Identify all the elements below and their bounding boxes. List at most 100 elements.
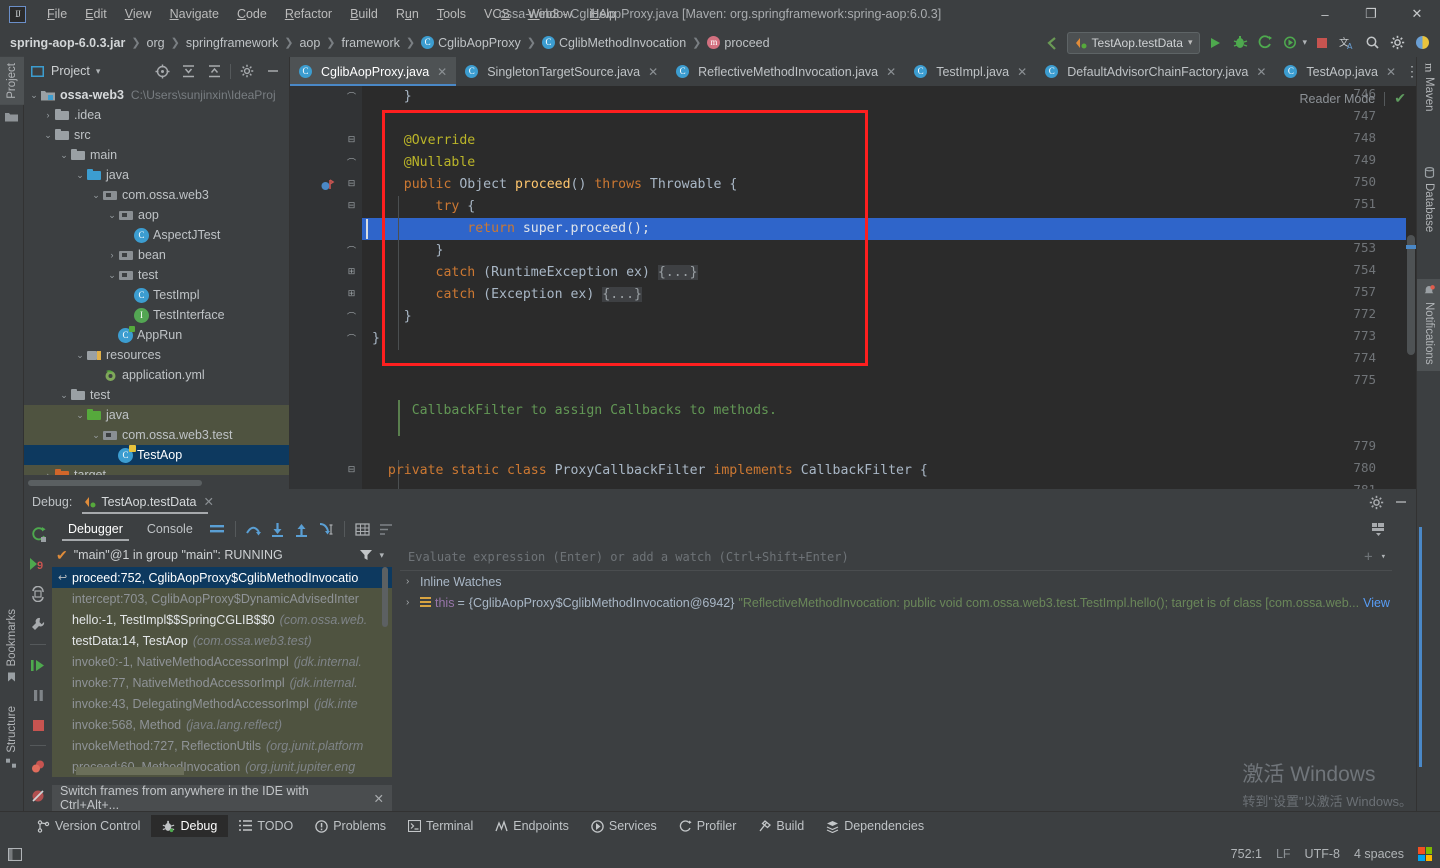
breadcrumb-item-cglibmethodinvocation[interactable]: C CglibMethodInvocation	[541, 36, 686, 50]
resume-icon[interactable]: 9	[24, 549, 52, 579]
tab-debugger[interactable]: Debugger	[56, 518, 135, 541]
tree-item-bean[interactable]: › bean	[24, 245, 289, 265]
chevron-right-icon[interactable]: ›	[42, 470, 54, 475]
gear-icon[interactable]	[1369, 495, 1384, 510]
search-icon[interactable]	[1362, 32, 1382, 54]
chevron-down-icon[interactable]: ⌄	[58, 390, 70, 401]
run-icon[interactable]	[1205, 32, 1225, 54]
settings-wrench-icon[interactable]	[24, 609, 52, 639]
add-watch-icon[interactable]: +	[1364, 549, 1372, 565]
chevron-down-icon[interactable]: ▾	[1381, 552, 1386, 562]
scroll-from-source-icon[interactable]	[152, 61, 172, 81]
tree-item-com-ossa-web3[interactable]: ⌄ com.ossa.web3	[24, 185, 289, 205]
menu-edit[interactable]: Edit	[76, 4, 116, 24]
frame-row-testdata-14[interactable]: testData:14, TestAop (com.ossa.web3.test…	[52, 630, 392, 651]
chevron-right-icon[interactable]: ›	[106, 250, 118, 260]
chevron-down-icon[interactable]: ⌄	[74, 170, 86, 181]
close-icon[interactable]: ✕	[437, 65, 447, 79]
menu-window[interactable]: Window	[519, 4, 581, 24]
close-button[interactable]: ✕	[1394, 0, 1440, 28]
tree-item-src[interactable]: ⌄ src	[24, 125, 289, 145]
reader-mode-indicator[interactable]: Reader Mode ✔	[1300, 90, 1406, 107]
close-icon[interactable]: ✕	[374, 791, 384, 806]
close-icon[interactable]: ✕	[1256, 65, 1266, 79]
stop-icon[interactable]	[24, 710, 52, 740]
tree-item-ossa-web3[interactable]: ⌄ ossa-web3 C:\Users\sunjinxin\IdeaProj	[24, 85, 289, 105]
sidebar-item-structure[interactable]: Structure	[0, 700, 24, 775]
tree-item-testaop[interactable]: C TestAop	[24, 444, 289, 465]
debug-icon[interactable]	[1230, 32, 1250, 54]
tree-item-main-java[interactable]: ⌄ java	[24, 165, 289, 185]
tab-testaop[interactable]: C TestAop.java ✕	[1275, 57, 1405, 86]
tool-endpoints[interactable]: Endpoints	[484, 815, 580, 837]
menu-navigate[interactable]: Navigate	[161, 4, 228, 24]
breadcrumb-item-framework[interactable]: framework	[342, 36, 400, 50]
run-configuration-selector[interactable]: TestAop.testData ▾	[1066, 31, 1201, 54]
tree-item-testinterface[interactable]: I TestInterface	[24, 305, 289, 325]
chevron-right-icon[interactable]: ›	[406, 576, 420, 587]
chevron-right-icon[interactable]: ›	[406, 597, 420, 608]
tree-item-aspectjtest[interactable]: C AspectJTest	[24, 225, 289, 245]
tree-item-test-java[interactable]: ⌄ java	[24, 405, 289, 425]
variable-row-this[interactable]: › this = {CglibAopProxy$CglibMethodInvoc…	[400, 592, 1392, 613]
minimize-button[interactable]: –	[1302, 0, 1348, 28]
tab-console[interactable]: Console	[135, 518, 205, 541]
chevron-down-icon[interactable]: ▾	[1302, 37, 1307, 48]
tab-testimpl[interactable]: C TestImpl.java ✕	[905, 57, 1036, 86]
chevron-down-icon[interactable]: ▾	[96, 66, 101, 77]
menu-run[interactable]: Run	[387, 4, 428, 24]
folder-icon[interactable]	[4, 109, 19, 124]
tree-item-main[interactable]: ⌄ main	[24, 145, 289, 165]
fold-marker[interactable]: ⌒	[346, 310, 357, 322]
filter-icon[interactable]	[359, 549, 373, 561]
ai-assistant-icon[interactable]	[1412, 32, 1432, 54]
chevron-down-icon[interactable]: ⌄	[74, 350, 86, 361]
file-encoding[interactable]: UTF-8	[1305, 847, 1340, 861]
fold-marker[interactable]: ⊟	[346, 134, 357, 145]
code-content[interactable]: } @Override @Nullable public Object proc…	[362, 86, 1416, 489]
show-tool-windows-icon[interactable]	[8, 847, 22, 861]
evaluate-expression-bar[interactable]: Evaluate expression (Enter) or add a wat…	[400, 543, 1392, 571]
restore-layout-icon[interactable]	[24, 579, 52, 609]
chevron-down-icon[interactable]: ⌄	[74, 410, 86, 421]
sort-values-icon[interactable]	[375, 517, 399, 541]
menu-file[interactable]: File	[38, 4, 76, 24]
fold-marker[interactable]: ⊟	[346, 200, 357, 211]
project-horizontal-scrollbar[interactable]	[28, 480, 202, 486]
line-separator[interactable]: LF	[1276, 847, 1291, 861]
frame-row-invoke-43[interactable]: invoke:43, DelegatingMethodAccessorImpl …	[52, 693, 392, 714]
close-icon[interactable]: ✕	[648, 65, 658, 79]
variable-row-inline-watches[interactable]: › Inline Watches	[400, 571, 1392, 592]
fold-marker[interactable]: ⊞	[346, 288, 357, 299]
stop-icon[interactable]	[1312, 32, 1332, 54]
tab-reflectivemethodinvocation[interactable]: C ReflectiveMethodInvocation.java ✕	[667, 57, 905, 86]
tab-singletontargetsource[interactable]: C SingletonTargetSource.java ✕	[456, 57, 667, 86]
caret-position[interactable]: 752:1	[1231, 847, 1262, 861]
menu-build[interactable]: Build	[341, 4, 387, 24]
sidebar-item-notifications[interactable]: Notifications	[1417, 279, 1440, 371]
chevron-right-icon[interactable]: ›	[42, 110, 54, 120]
tab-defaultadvisorchainfactory[interactable]: C DefaultAdvisorChainFactory.java ✕	[1036, 57, 1275, 86]
fold-marker[interactable]: ⊟	[346, 464, 357, 475]
menu-view[interactable]: View	[116, 4, 161, 24]
frame-row-intercept-703[interactable]: intercept:703, CglibAopProxy$DynamicAdvi…	[52, 588, 392, 609]
chevron-down-icon[interactable]: ⌄	[90, 430, 102, 441]
fold-marker[interactable]: ⌒	[346, 90, 357, 102]
gear-icon[interactable]	[237, 61, 257, 81]
hide-panel-icon[interactable]	[1394, 495, 1408, 509]
breadcrumb-item-springframework[interactable]: springframework	[186, 36, 278, 50]
run-with-coverage-icon[interactable]	[1255, 32, 1275, 54]
frame-row-invokemethod-727[interactable]: invokeMethod:727, ReflectionUtils (org.j…	[52, 735, 392, 756]
maximize-button[interactable]: ❐	[1348, 0, 1394, 28]
gear-icon[interactable]	[1387, 32, 1407, 54]
close-icon[interactable]: ✕	[886, 65, 896, 79]
sidebar-item-database[interactable]: Database	[1417, 161, 1440, 238]
sidebar-item-project[interactable]: Project	[0, 57, 24, 105]
tool-services[interactable]: Services	[580, 815, 668, 837]
breadcrumb-item-aop[interactable]: aop	[299, 36, 320, 50]
chevron-down-icon[interactable]: ⌄	[106, 210, 118, 221]
tree-item-test[interactable]: ⌄ test	[24, 385, 289, 405]
chevron-down-icon[interactable]: ⌄	[106, 270, 118, 281]
tool-debug[interactable]: Debug	[151, 815, 229, 837]
project-tree[interactable]: ⌄ ossa-web3 C:\Users\sunjinxin\IdeaProj …	[24, 85, 289, 475]
